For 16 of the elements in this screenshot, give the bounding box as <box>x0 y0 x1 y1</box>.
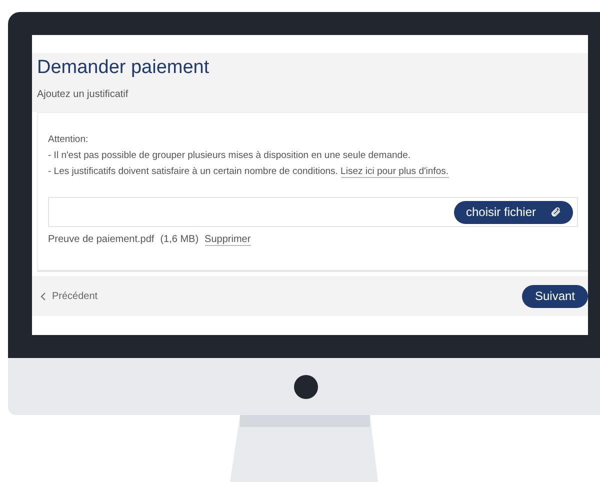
info-link[interactable]: Lisez ici pour plus d'infos. <box>340 166 448 178</box>
next-button[interactable]: Suivant <box>522 284 588 308</box>
notice-text: - Il n'est pas possible de grouper plusieurs mises à disposition en une seule demande. <box>48 149 412 163</box>
file-size: (1,6 MB) <box>160 234 199 246</box>
choose-file-button[interactable]: choisir fichier <box>454 200 573 224</box>
remove-link[interactable]: Supprimer <box>204 234 251 246</box>
page-title: Demander paiement <box>37 57 210 79</box>
page-subtitle: Ajoutez un justificatif <box>37 89 130 100</box>
file-field[interactable]: choisir fichier <box>48 197 578 227</box>
notice-text: - Les justificatifs doivent satisfaire à un certain nombre de conditions. <box>48 166 338 177</box>
file-name: Preuve de paiement.pdf <box>48 234 154 246</box>
chevron-left-icon <box>40 292 46 300</box>
notice-heading: Attention: <box>48 133 90 147</box>
paperclip-icon <box>550 206 561 218</box>
back-link[interactable]: Précédent <box>40 290 98 302</box>
camera-dot <box>294 374 318 398</box>
